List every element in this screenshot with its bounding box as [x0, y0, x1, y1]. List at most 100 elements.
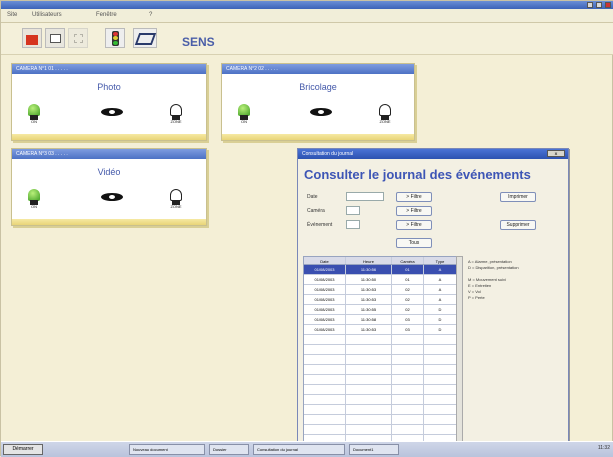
taskbar-item[interactable]: Document1: [349, 444, 399, 455]
cell-type: D: [424, 315, 457, 324]
cell-type: A: [424, 285, 457, 294]
minimize-icon[interactable]: [587, 2, 593, 8]
taskbar: Démarrer Nouveau document Dossier Consul…: [1, 441, 613, 457]
empty-table-row: [304, 395, 457, 405]
filter-date-button[interactable]: > Filtre: [396, 192, 432, 202]
table-row[interactable]: 01/08/2003 11:30:53 02 A: [304, 285, 457, 295]
menu-fenetre[interactable]: Fenêtre: [96, 12, 117, 18]
cell-time: 11:30:53: [346, 325, 392, 334]
start-button[interactable]: Démarrer: [3, 444, 43, 455]
panel-title: Vidéo: [97, 167, 121, 177]
cell-time: 11:30:53: [346, 295, 392, 304]
menu-utilisateurs[interactable]: Utilisateurs: [32, 12, 62, 18]
green-light-icon[interactable]: ON: [238, 104, 250, 124]
green-light-icon[interactable]: ON: [28, 189, 40, 209]
table-row[interactable]: 01/08/2003 11:30:55 02 D: [304, 305, 457, 315]
table-header: Date Heure Caméra Type: [304, 257, 457, 265]
cell-camera: 03: [392, 315, 424, 324]
event-field[interactable]: [346, 220, 360, 229]
cell-type: A: [424, 275, 457, 284]
column-header-camera[interactable]: Caméra: [392, 257, 424, 264]
empty-table-row: [304, 335, 457, 345]
cell-camera: 02: [392, 305, 424, 314]
taskbar-item[interactable]: Dossier: [209, 444, 249, 455]
cell-camera: 01: [392, 275, 424, 284]
dialog-title: Consultation du journal: [302, 151, 354, 157]
column-header-time[interactable]: Heure: [346, 257, 392, 264]
table-row[interactable]: 01/08/2003 11:30:53 03 D: [304, 325, 457, 335]
table-scrollbar[interactable]: [456, 256, 463, 448]
cell-date: 01/08/2003: [304, 275, 346, 284]
camera-panel-1[interactable]: CAMERA N°1 01 . . . . . Photo ON ZONE: [11, 63, 207, 141]
alarm-light-icon[interactable]: ZONE: [379, 104, 391, 124]
maximize-icon[interactable]: [596, 2, 602, 8]
menu-site[interactable]: Site: [7, 12, 17, 18]
cell-type: D: [424, 325, 457, 334]
show-all-button[interactable]: Tous: [396, 238, 432, 248]
empty-table-row: [304, 425, 457, 435]
column-header-type[interactable]: Type: [424, 257, 457, 264]
filter-camera-button[interactable]: > Filtre: [396, 206, 432, 216]
date-field[interactable]: [346, 192, 384, 201]
brand-logo-text: SENS: [182, 35, 215, 49]
cell-camera: 02: [392, 285, 424, 294]
camera-field[interactable]: [346, 206, 360, 215]
empty-table-row: [304, 415, 457, 425]
menu-help[interactable]: ?: [149, 12, 152, 18]
journal-heading: Consulter le journal des événements: [304, 167, 531, 182]
camera-panel-2[interactable]: CAMERA N°2 02 . . . . . Bricolage ON ZON…: [221, 63, 415, 141]
cell-date: 01/08/2003: [304, 265, 346, 274]
empty-table-row: [304, 385, 457, 395]
empty-table-row: [304, 365, 457, 375]
panel-header: CAMERA N°2 02 . . . . .: [222, 64, 414, 74]
delete-button[interactable]: Supprimer: [500, 220, 536, 230]
dialog-close-button[interactable]: ⅹ: [547, 150, 565, 157]
toolbar: [1, 23, 613, 55]
taskbar-item[interactable]: Nouveau document: [129, 444, 205, 455]
cell-date: 01/08/2003: [304, 295, 346, 304]
cell-date: 01/08/2003: [304, 285, 346, 294]
window-icon: [50, 34, 61, 43]
panel-header: CAMERA N°3 03 . . . . .: [12, 149, 206, 159]
date-field-label: Date: [307, 194, 318, 200]
close-icon[interactable]: [605, 2, 611, 8]
traffic-light-button[interactable]: [105, 28, 125, 48]
empty-table-row: [304, 355, 457, 365]
eye-icon[interactable]: [101, 191, 123, 201]
cell-camera: 02: [392, 295, 424, 304]
table-row[interactable]: 01/08/2003 11:30:53 02 A: [304, 295, 457, 305]
event-field-label: Événement: [307, 222, 333, 228]
column-header-date[interactable]: Date: [304, 257, 346, 264]
green-light-icon[interactable]: ON: [28, 104, 40, 124]
table-row[interactable]: 01/08/2003 11:30:50 01 A: [304, 275, 457, 285]
events-table: Date Heure Caméra Type 01/08/2003 11:30:5…: [303, 256, 458, 448]
cell-camera: 03: [392, 325, 424, 334]
panel-view-button[interactable]: [45, 28, 65, 48]
camera-panel-3[interactable]: CAMERA N°3 03 . . . . . Vidéo ON ZONE: [11, 148, 207, 226]
home-button[interactable]: [22, 28, 42, 48]
eye-icon[interactable]: [310, 106, 332, 116]
taskbar-item[interactable]: Consultation du journal: [253, 444, 345, 455]
empty-table-row: [304, 405, 457, 415]
cell-time: 11:30:56: [346, 265, 392, 274]
cell-time: 11:30:58: [346, 315, 392, 324]
table-row[interactable]: 01/08/2003 11:30:56 01 A: [304, 265, 457, 275]
grid-view-button[interactable]: [68, 28, 88, 48]
print-button[interactable]: Imprimer: [500, 192, 536, 202]
camera-settings-button[interactable]: [133, 28, 157, 48]
cell-date: 01/08/2003: [304, 315, 346, 324]
filter-event-button[interactable]: > Filtre: [396, 220, 432, 230]
empty-table-row: [304, 345, 457, 355]
alarm-light-icon[interactable]: ZONE: [170, 189, 182, 209]
alarm-light-icon[interactable]: ZONE: [170, 104, 182, 124]
table-row[interactable]: 01/08/2003 11:30:58 03 D: [304, 315, 457, 325]
legend-item: P = Perte: [468, 295, 485, 300]
cell-time: 11:30:50: [346, 275, 392, 284]
desktop-screen: Site Utilisateurs Fenêtre ? SENS CAMERA …: [0, 0, 613, 457]
eye-icon[interactable]: [101, 106, 123, 116]
panel-title: Bricolage: [299, 82, 337, 92]
dialog-title-bar: Consultation du journal ⅹ: [298, 149, 568, 159]
app-title-bar: [1, 1, 613, 9]
house-icon: [26, 35, 38, 45]
cell-time: 11:30:55: [346, 305, 392, 314]
